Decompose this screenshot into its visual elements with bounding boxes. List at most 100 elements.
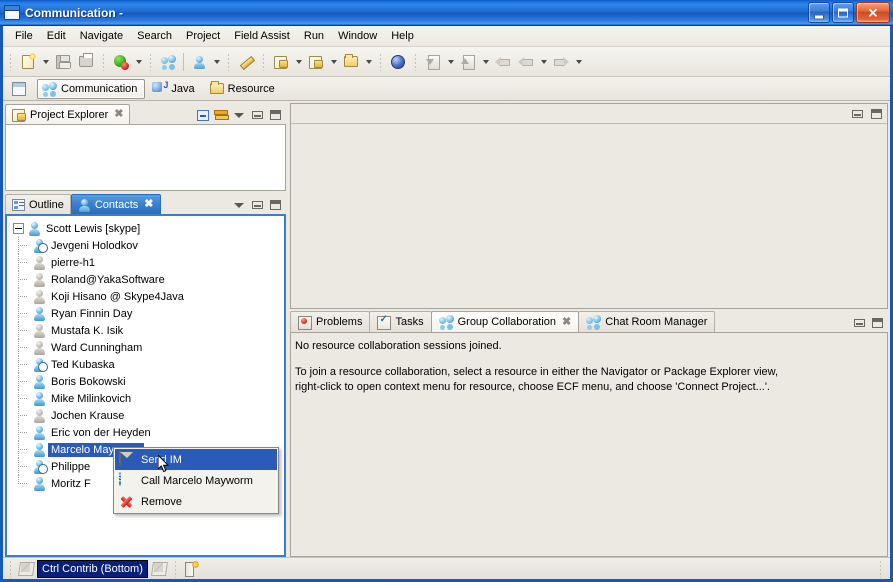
close-icon[interactable]: ✖ bbox=[562, 316, 571, 328]
project-explorer-content[interactable] bbox=[5, 124, 286, 191]
maximize-view-button[interactable] bbox=[870, 316, 884, 330]
open-perspective-icon[interactable] bbox=[11, 80, 29, 98]
minimize-view-button[interactable] bbox=[852, 316, 866, 330]
menu-run[interactable]: Run bbox=[297, 28, 331, 44]
perspective-communication[interactable]: Communication bbox=[37, 78, 146, 99]
menu-field-assist[interactable]: Field Assist bbox=[227, 28, 297, 44]
maximize-view-button[interactable] bbox=[268, 198, 282, 212]
contacts-actions bbox=[232, 198, 286, 214]
open-connection-button[interactable] bbox=[188, 51, 210, 73]
new-resource-button[interactable] bbox=[270, 51, 292, 73]
minimize-view-button[interactable] bbox=[250, 108, 264, 122]
group-collaboration-content[interactable]: No resource collaboration sessions joine… bbox=[290, 333, 888, 557]
collapse-all-button[interactable] bbox=[196, 108, 210, 122]
toolbar-grip-7[interactable] bbox=[414, 52, 417, 71]
next-annotation-dropdown[interactable] bbox=[445, 51, 456, 73]
new-wizard-dropdown[interactable] bbox=[40, 51, 51, 73]
tree-row[interactable]: Jevgeni Holodkov bbox=[7, 237, 284, 254]
menu-help[interactable]: Help bbox=[384, 28, 421, 44]
tab-outline[interactable]: Outline bbox=[5, 194, 71, 214]
tree-row[interactable]: Mike Milinkovich bbox=[7, 390, 284, 407]
previous-annotation-button[interactable] bbox=[457, 51, 479, 73]
close-icon[interactable]: ✖ bbox=[114, 109, 123, 120]
next-annotation-button[interactable] bbox=[422, 51, 444, 73]
back-button[interactable] bbox=[515, 51, 537, 73]
tree-row[interactable]: Eric von der Heyden bbox=[7, 424, 284, 441]
new-resource-dropdown[interactable] bbox=[293, 51, 304, 73]
field-assist-button[interactable] bbox=[235, 51, 257, 73]
tree-row[interactable]: Koji Hisano @ Skype4Java bbox=[7, 288, 284, 305]
forward-dropdown[interactable] bbox=[573, 51, 584, 73]
menu-navigate[interactable]: Navigate bbox=[73, 28, 130, 44]
tab-chat-room-manager[interactable]: Chat Room Manager bbox=[578, 311, 716, 332]
tree-row[interactable]: Boris Bokowski bbox=[7, 373, 284, 390]
toolbar-grip[interactable] bbox=[9, 52, 12, 71]
previous-annotation-dropdown[interactable] bbox=[480, 51, 491, 73]
save-button[interactable] bbox=[52, 51, 74, 73]
new-wizard-button[interactable] bbox=[17, 51, 39, 73]
toolbar-grip-3[interactable] bbox=[149, 52, 152, 71]
maximize-editor-button[interactable] bbox=[869, 107, 883, 121]
open-browser-button[interactable] bbox=[387, 51, 409, 73]
close-icon[interactable]: ✖ bbox=[144, 199, 153, 210]
status-grip-2[interactable] bbox=[173, 559, 177, 578]
tab-group-collaboration[interactable]: Group Collaboration ✖ bbox=[430, 311, 580, 332]
status-line-1: No resource collaboration sessions joine… bbox=[295, 340, 502, 352]
open-resource-button[interactable] bbox=[305, 51, 327, 73]
tree-row[interactable]: Scott Lewis [skype] bbox=[7, 220, 284, 237]
back-dropdown[interactable] bbox=[538, 51, 549, 73]
link-with-editor-icon bbox=[214, 109, 229, 121]
perspective-resource[interactable]: Resource bbox=[205, 80, 283, 98]
group-collaboration-button[interactable] bbox=[157, 51, 179, 73]
maximize-button[interactable] bbox=[832, 2, 854, 23]
maximize-view-button[interactable] bbox=[268, 108, 282, 122]
run-button[interactable] bbox=[110, 51, 132, 73]
tab-tasks[interactable]: Tasks bbox=[369, 311, 432, 332]
forward-button[interactable] bbox=[550, 51, 572, 73]
tree-row[interactable]: Ryan Finnin Day bbox=[7, 305, 284, 322]
open-resource-dropdown[interactable] bbox=[328, 51, 339, 73]
tab-contacts[interactable]: Contacts ✖ bbox=[70, 194, 161, 214]
minimize-icon bbox=[251, 111, 263, 119]
context-menu-item-send-im[interactable]: Send IM bbox=[115, 449, 277, 470]
new-folder-dropdown[interactable] bbox=[363, 51, 374, 73]
close-button[interactable]: ✕ bbox=[856, 2, 890, 23]
tree-row[interactable]: Ward Cunningham bbox=[7, 339, 284, 356]
tab-project-explorer[interactable]: Project Explorer ✖ bbox=[5, 104, 131, 124]
buddy-status-icon bbox=[33, 340, 46, 355]
minimize-editor-button[interactable] bbox=[850, 107, 864, 121]
view-menu-icon[interactable] bbox=[232, 108, 246, 122]
menu-edit[interactable]: Edit bbox=[40, 28, 73, 44]
status-grip-3[interactable] bbox=[879, 559, 882, 578]
context-menu-item-call[interactable]: Call Marcelo Mayworm bbox=[115, 470, 277, 491]
open-connection-dropdown[interactable] bbox=[211, 51, 222, 73]
toolbar-grip-4[interactable] bbox=[227, 52, 230, 71]
menu-search[interactable]: Search bbox=[130, 28, 179, 44]
view-menu-icon[interactable] bbox=[232, 198, 246, 212]
toolbar-grip-5[interactable] bbox=[262, 52, 265, 71]
tree-row[interactable]: pierre-h1 bbox=[7, 254, 284, 271]
link-with-editor-button[interactable] bbox=[214, 108, 229, 122]
status-grip-1[interactable] bbox=[9, 559, 12, 578]
collapse-twisty-icon[interactable] bbox=[13, 223, 24, 234]
tree-row[interactable]: Ted Kubaska bbox=[7, 356, 284, 373]
last-edit-location-button[interactable] bbox=[492, 51, 514, 73]
minimize-icon bbox=[853, 319, 865, 327]
new-folder-button[interactable] bbox=[340, 51, 362, 73]
context-menu-item-remove[interactable]: Remove bbox=[115, 491, 277, 512]
minimize-view-button[interactable] bbox=[250, 198, 264, 212]
perspective-java[interactable]: Java bbox=[147, 79, 202, 99]
menu-file[interactable]: File bbox=[8, 28, 40, 44]
minimize-button[interactable] bbox=[808, 2, 830, 23]
print-button[interactable] bbox=[75, 51, 97, 73]
run-dropdown[interactable] bbox=[133, 51, 144, 73]
tree-row[interactable]: Jochen Krause bbox=[7, 407, 284, 424]
tab-problems[interactable]: Problems bbox=[290, 311, 371, 332]
toolbar-grip-2[interactable] bbox=[102, 52, 105, 71]
toolbar-grip-6[interactable] bbox=[379, 52, 382, 71]
editor-area-content[interactable] bbox=[291, 124, 887, 308]
menu-window[interactable]: Window bbox=[331, 28, 384, 44]
tree-row[interactable]: Roland@YakaSoftware bbox=[7, 271, 284, 288]
menu-project[interactable]: Project bbox=[179, 28, 227, 44]
tree-row[interactable]: Mustafa K. Isik bbox=[7, 322, 284, 339]
